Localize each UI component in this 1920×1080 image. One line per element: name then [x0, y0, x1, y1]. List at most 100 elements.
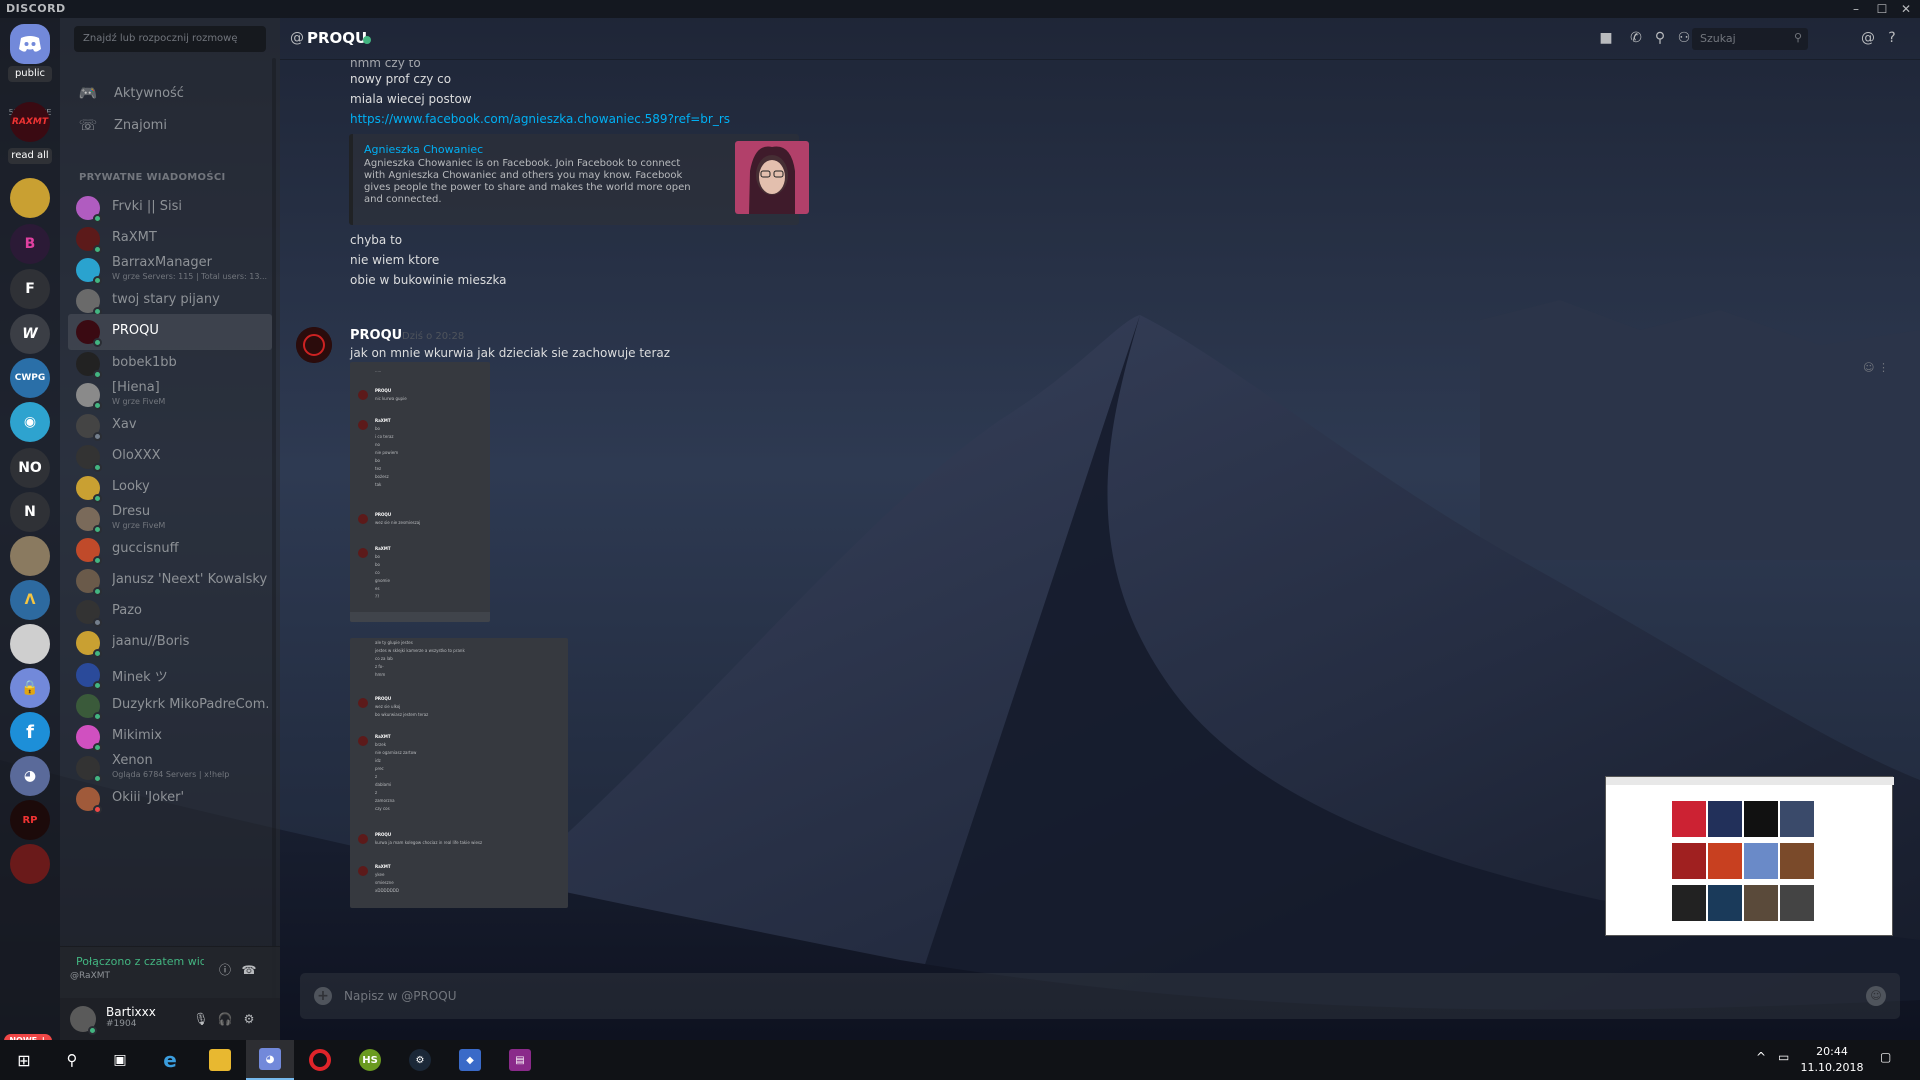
server-rp-icon[interactable]: RP	[10, 800, 50, 840]
dm-activity: W grze Servers: 115 | Total users: 13...	[112, 272, 268, 282]
nav-activity[interactable]: 🎮 Aktywność	[76, 78, 184, 108]
server-w-icon[interactable]: W	[10, 314, 50, 354]
author-avatar[interactable]	[296, 327, 332, 363]
opera-button[interactable]	[296, 1040, 344, 1080]
info-icon[interactable]: ⓘ	[216, 961, 234, 979]
dm-item[interactable]: PROQU	[68, 314, 272, 351]
dm-item[interactable]: jaanu//Boris	[68, 625, 272, 661]
dm-activity: Ogląda 6784 Servers | x!help	[112, 769, 230, 779]
server-pumpkin-icon[interactable]: ◕	[10, 756, 50, 796]
dm-name: bobek1bb	[112, 354, 177, 370]
voice-channel: @RaXMT	[70, 971, 110, 981]
explorer-button[interactable]	[196, 1040, 244, 1080]
hs-button[interactable]: HS	[346, 1040, 394, 1080]
server-avatar-icon[interactable]	[10, 178, 50, 218]
mentions-icon[interactable]: @	[1858, 28, 1878, 48]
image-attachment[interactable]: ale ty glupie jestes jestes w sklejki ka…	[350, 638, 568, 908]
server-a-icon[interactable]: Λ	[10, 580, 50, 620]
message-timestamp: Dziś o 20:28	[402, 331, 465, 342]
message-author[interactable]: PROQU	[350, 328, 402, 343]
dm-activity: W grze FiveM	[112, 521, 166, 530]
discord-logo-icon	[19, 36, 41, 52]
discord-app: DISCORD – ☐ ✕ public 57 ONLINE RAXMT rea…	[0, 0, 1920, 1080]
network-icon[interactable]: ▭	[1778, 1050, 1789, 1064]
pin-icon[interactable]: ⚲	[1650, 28, 1670, 48]
nav-activity-label: Aktywność	[114, 85, 184, 101]
upload-plus-icon[interactable]: +	[314, 987, 332, 1005]
steam-button[interactable]: ⚙	[396, 1040, 444, 1080]
server-cwpg-icon[interactable]: CWPG	[10, 358, 50, 398]
dm-name: Minek ツ	[112, 669, 168, 685]
chat-header: @ PROQU ■ ✆ ⚲ ⚇ Szukaj ⚲ @ ?	[280, 18, 1920, 60]
user-status-dot	[88, 1026, 97, 1035]
windows-logo-icon: ⊞	[17, 1050, 31, 1070]
message-input[interactable]: + Napisz w @PROQU ☺	[300, 973, 1900, 1019]
voice-call-icon[interactable]: ✆	[1626, 28, 1646, 48]
discord-icon: ◕	[259, 1048, 281, 1070]
steam-icon: ⚙	[409, 1049, 431, 1071]
nav-friends[interactable]: ☏ Znajomi	[76, 110, 167, 140]
message-line: chyba to	[350, 233, 403, 247]
embed-thumbnail[interactable]	[735, 141, 809, 214]
server-avatar2-icon[interactable]	[10, 536, 50, 576]
search-placeholder: Szukaj	[1700, 32, 1736, 45]
dm-name: Dresu	[112, 504, 151, 519]
add-friend-icon[interactable]: ⚇	[1674, 28, 1694, 48]
message-input-placeholder: Napisz w @PROQU	[344, 989, 457, 1003]
discord-taskbar-button[interactable]: ◕	[246, 1040, 294, 1080]
dm-scrollbar[interactable]	[272, 58, 276, 1018]
server-f-icon[interactable]: F	[10, 269, 50, 309]
server-bot-icon[interactable]: ◉	[10, 402, 50, 442]
dm-name: [Hiena]	[112, 379, 160, 395]
dm-name: Mikimix	[112, 727, 162, 743]
search-input[interactable]: Szukaj ⚲	[1692, 28, 1808, 50]
server-avatar4-icon[interactable]	[10, 844, 50, 884]
public-label: public	[8, 66, 52, 82]
read-all-button[interactable]: read all	[8, 148, 52, 164]
minimize-icon[interactable]: –	[1842, 0, 1870, 18]
dm-name: Okiii 'Joker'	[112, 789, 185, 805]
start-button[interactable]: ⊞	[0, 1040, 48, 1080]
notifications-icon[interactable]: ▢	[1880, 1050, 1891, 1064]
server-n-icon[interactable]: N	[10, 492, 50, 532]
close-icon[interactable]: ✕	[1892, 0, 1920, 18]
server-no-icon[interactable]: NO	[10, 448, 50, 488]
server-fb-icon[interactable]: f	[10, 712, 50, 752]
search-button[interactable]: ⚲	[48, 1040, 96, 1080]
tray-chevron-icon[interactable]: ^	[1756, 1050, 1766, 1064]
microphone-icon[interactable]: 🎙	[192, 1010, 210, 1028]
embed-title[interactable]: Agnieszka Chowaniec	[364, 143, 483, 156]
server-b-icon[interactable]: B	[10, 224, 50, 264]
server-lock-icon[interactable]: 🔒	[10, 668, 50, 708]
dm-name: jaanu//Boris	[112, 634, 190, 650]
add-reaction-icon[interactable]: ☺ ⋮	[1863, 361, 1889, 374]
online-status-dot	[363, 36, 371, 44]
emoji-icon[interactable]: ☺	[1866, 986, 1886, 1006]
dm-name: Looky	[112, 478, 150, 494]
clock-time: 20:44	[1816, 1045, 1848, 1058]
image-attachment[interactable]: ..... PROQU nic kurwa gupie RaXMT bo i c…	[350, 362, 490, 622]
dm-name: guccisnuff	[112, 541, 179, 557]
server-avatar3-icon[interactable]	[10, 624, 50, 664]
dm-item[interactable]: Okiii 'Joker'	[68, 781, 272, 817]
server-raxmt-icon[interactable]: RAXMT	[10, 102, 50, 142]
winrar-button[interactable]: ▤	[496, 1040, 544, 1080]
message-line: nie wiem ktore	[350, 253, 440, 267]
floating-thumbnail-window[interactable]	[1605, 776, 1894, 936]
headphones-icon[interactable]: 🎧	[216, 1010, 234, 1028]
edge-button[interactable]: e	[146, 1040, 194, 1080]
dm-name: twoj stary pijany	[112, 292, 220, 308]
video-call-icon[interactable]: ■	[1596, 28, 1616, 48]
message-link[interactable]: https://www.facebook.com/agnieszka.chowa…	[350, 112, 730, 126]
voice-connected-panel: Połączono z czatem wideo @RaXMT ⓘ ☎	[60, 946, 280, 998]
message-line: obie w bukowinie mieszka	[350, 273, 507, 287]
help-icon[interactable]: ?	[1882, 28, 1902, 48]
app-button[interactable]: ◆	[446, 1040, 494, 1080]
clock[interactable]: 20:44 11.10.2018	[1800, 1044, 1864, 1076]
disconnect-icon[interactable]: ☎	[240, 961, 258, 979]
app-icon: ◆	[459, 1049, 481, 1071]
dm-search-input[interactable]: Znajdź lub rozpocznij rozmowę	[74, 26, 266, 52]
settings-gear-icon[interactable]: ⚙	[240, 1010, 258, 1028]
home-button[interactable]	[10, 24, 50, 64]
task-view-button[interactable]: ▣	[96, 1040, 144, 1080]
